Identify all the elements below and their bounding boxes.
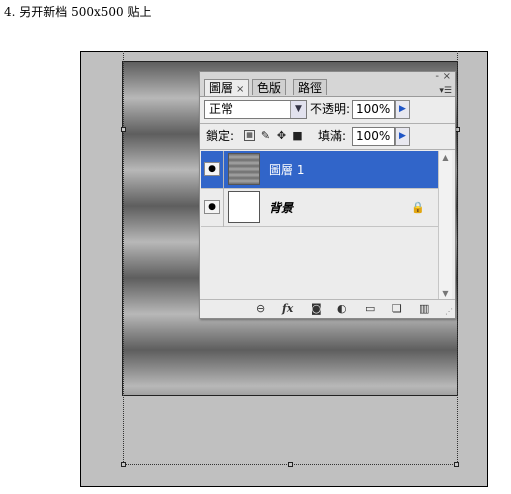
step-caption: 4. 另开新档 500x500 贴上 xyxy=(4,5,152,19)
layers-panel: 圖層 × 色版 路徑 - × ▾☰ 正常 ▼ 不透明: 100% ▶ 鎖定: ▦ … xyxy=(199,71,456,319)
eye-icon[interactable]: ● xyxy=(204,200,220,214)
lock-icon: 🔒 xyxy=(411,201,425,214)
lock-fill-row: 鎖定: ▦ ✎ ✥ ■ 填滿: 100% ▶ xyxy=(200,125,455,149)
lock-move-icon[interactable]: ✥ xyxy=(276,130,287,141)
minimize-icon[interactable]: - xyxy=(435,72,439,82)
layer-name: 背景 xyxy=(269,201,294,215)
layer-row-background[interactable]: ● 背景 🔒 xyxy=(201,189,439,227)
panel-tab-bar: 圖層 × 色版 路徑 - × ▾☰ xyxy=(200,72,455,97)
blend-mode-value: 正常 xyxy=(209,102,234,116)
fill-label: 填滿: xyxy=(318,129,347,143)
link-icon[interactable]: ⊖ xyxy=(256,302,265,315)
layers-scrollbar[interactable]: ▲ ▼ xyxy=(438,151,452,300)
tab-channels-label: 色版 xyxy=(257,81,282,95)
guide-left xyxy=(123,51,124,464)
tab-close-icon[interactable]: × xyxy=(236,84,244,95)
folder-icon[interactable]: ▭ xyxy=(365,302,375,315)
adjustment-icon[interactable]: ◐ xyxy=(337,302,347,315)
resize-grip-icon[interactable]: ⋰ xyxy=(445,307,453,316)
mask-icon[interactable]: ◙ xyxy=(311,302,322,315)
lock-transparent-icon[interactable]: ▦ xyxy=(244,130,255,141)
transform-handle-bottom-left[interactable] xyxy=(121,462,126,467)
divider xyxy=(200,149,455,150)
guide-right xyxy=(457,51,458,464)
transform-handle-left[interactable] xyxy=(121,127,126,132)
menu-arrow-icon[interactable]: ▾☰ xyxy=(439,86,452,96)
tab-channels[interactable]: 色版 xyxy=(252,79,287,95)
new-layer-icon[interactable]: ❏ xyxy=(392,302,402,315)
transform-handle-bottom-right[interactable] xyxy=(454,462,459,467)
scroll-up-icon[interactable]: ▲ xyxy=(439,151,452,164)
trash-icon[interactable]: ▥ xyxy=(419,302,429,315)
divider xyxy=(223,189,224,227)
transform-handle-bottom-center[interactable] xyxy=(288,462,293,467)
lock-label: 鎖定: xyxy=(206,129,235,143)
divider xyxy=(223,151,224,189)
opacity-arrow-icon[interactable]: ▶ xyxy=(395,100,410,119)
blend-mode-select[interactable]: 正常 ▼ xyxy=(204,100,307,119)
opacity-label: 不透明: xyxy=(310,102,351,116)
layer-row-1[interactable]: ● 圖層 1 xyxy=(201,151,439,189)
lock-all-icon[interactable]: ■ xyxy=(292,130,303,141)
chevron-down-icon[interactable]: ▼ xyxy=(290,101,306,118)
tab-paths[interactable]: 路徑 xyxy=(293,79,328,95)
close-icon[interactable]: × xyxy=(443,72,451,82)
divider xyxy=(200,123,455,124)
fill-arrow-icon[interactable]: ▶ xyxy=(395,127,410,146)
fx-icon[interactable]: fx xyxy=(282,302,293,315)
blend-opacity-row: 正常 ▼ 不透明: 100% ▶ xyxy=(200,98,455,122)
lock-paint-icon[interactable]: ✎ xyxy=(260,130,271,141)
layer-thumbnail xyxy=(228,153,260,185)
layer-thumbnail xyxy=(228,191,260,223)
tab-layers[interactable]: 圖層 × xyxy=(204,79,250,96)
eye-icon[interactable]: ● xyxy=(204,162,220,176)
layer-name: 圖層 1 xyxy=(269,163,305,177)
tab-layers-label: 圖層 xyxy=(209,81,234,95)
tab-paths-label: 路徑 xyxy=(298,81,323,95)
layers-list: ● 圖層 1 ● 背景 🔒 xyxy=(201,151,439,301)
opacity-input[interactable]: 100% xyxy=(352,100,395,119)
fx-label: fx xyxy=(282,302,294,315)
fill-input[interactable]: 100% xyxy=(352,127,395,146)
panel-bottom-bar: ⊖ fx ◙ ◐ ▭ ❏ ▥ ⋰ xyxy=(200,299,455,318)
